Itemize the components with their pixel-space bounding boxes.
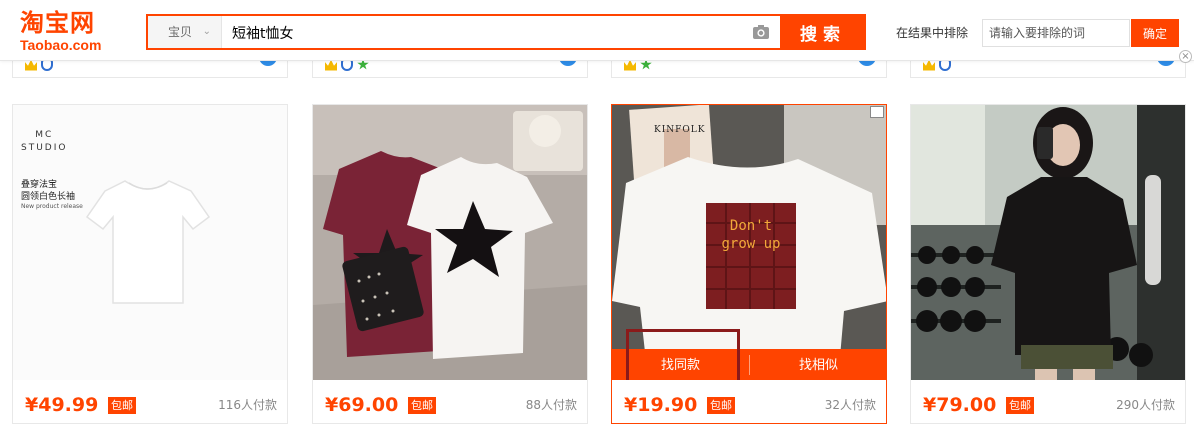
price-row: ¥19.90 包邮 32人付款: [624, 393, 876, 417]
price: ¥79.00: [923, 394, 997, 416]
search-button[interactable]: 搜索: [780, 14, 866, 50]
buyer-count: 88人付款: [525, 398, 577, 412]
price-row: ¥69.00 包邮 88人付款: [325, 393, 577, 417]
product-image[interactable]: [313, 105, 587, 380]
buyer-count: 116人付款: [218, 398, 277, 412]
product-card[interactable]: ¥79.00 包邮 290人付款: [910, 104, 1186, 424]
scope-label: 宝贝: [168, 25, 193, 39]
price-row: ¥49.99 包邮 116人付款: [25, 393, 277, 417]
find-actions-bar: 找同款 找相似: [612, 349, 886, 380]
product-print-text: Don't grow up: [721, 218, 781, 252]
buyer-count: 290人付款: [1116, 398, 1175, 412]
product-subtitle-text: New product release: [21, 203, 83, 210]
free-shipping-badge: 包邮: [108, 397, 136, 414]
product-card[interactable]: Don't grow up KINFOLK 找同款 找相似 ¥19.90 包邮 …: [611, 104, 887, 424]
exclude-label: 在结果中排除: [896, 26, 969, 40]
price: ¥19.90: [624, 394, 698, 416]
magazine-text: KINFOLK: [654, 125, 706, 135]
exclude-input[interactable]: [982, 19, 1130, 47]
product-brand-text: MC STUDIO: [21, 130, 68, 153]
product-image[interactable]: MC STUDIO 叠穿法宝 圆领白色长袖 New product releas…: [13, 105, 287, 380]
product-card[interactable]: ¥69.00 包邮 88人付款: [312, 104, 588, 424]
buyer-count: 32人付款: [824, 398, 876, 412]
product-image[interactable]: Don't grow up KINFOLK 找同款 找相似: [612, 105, 886, 380]
free-shipping-badge: 包邮: [408, 397, 436, 414]
find-similar-button[interactable]: 找相似: [750, 349, 886, 380]
search-input[interactable]: [230, 16, 734, 50]
confirm-button[interactable]: 确定: [1131, 19, 1179, 47]
exclude-filter: 在结果中排除 确定: [880, 18, 1185, 48]
price: ¥49.99: [25, 394, 99, 416]
search-header: 淘宝网 Taobao.com 宝贝 ⌄ 搜索 在结果中排除 确定: [0, 0, 1194, 61]
logo-cn-text: 淘宝网: [20, 9, 95, 37]
camera-icon[interactable]: [752, 24, 770, 40]
search-scope-select[interactable]: 宝贝 ⌄: [148, 16, 222, 48]
close-icon[interactable]: ×: [1179, 50, 1192, 63]
product-image[interactable]: [911, 105, 1185, 380]
taobao-logo[interactable]: 淘宝网 Taobao.com: [20, 10, 120, 54]
search-bar: 宝贝 ⌄ 搜索: [146, 14, 866, 50]
chevron-down-icon: ⌄: [202, 26, 211, 37]
find-same-button[interactable]: 找同款: [612, 349, 749, 380]
logo-en-text: Taobao.com: [20, 37, 102, 53]
free-shipping-badge: 包邮: [1006, 397, 1034, 414]
collect-icon[interactable]: [870, 106, 884, 118]
product-title-text: 叠穿法宝 圆领白色长袖: [21, 180, 76, 202]
price: ¥69.00: [325, 394, 399, 416]
free-shipping-badge: 包邮: [707, 397, 735, 414]
product-card[interactable]: MC STUDIO 叠穿法宝 圆领白色长袖 New product releas…: [12, 104, 288, 424]
price-row: ¥79.00 包邮 290人付款: [923, 393, 1175, 417]
